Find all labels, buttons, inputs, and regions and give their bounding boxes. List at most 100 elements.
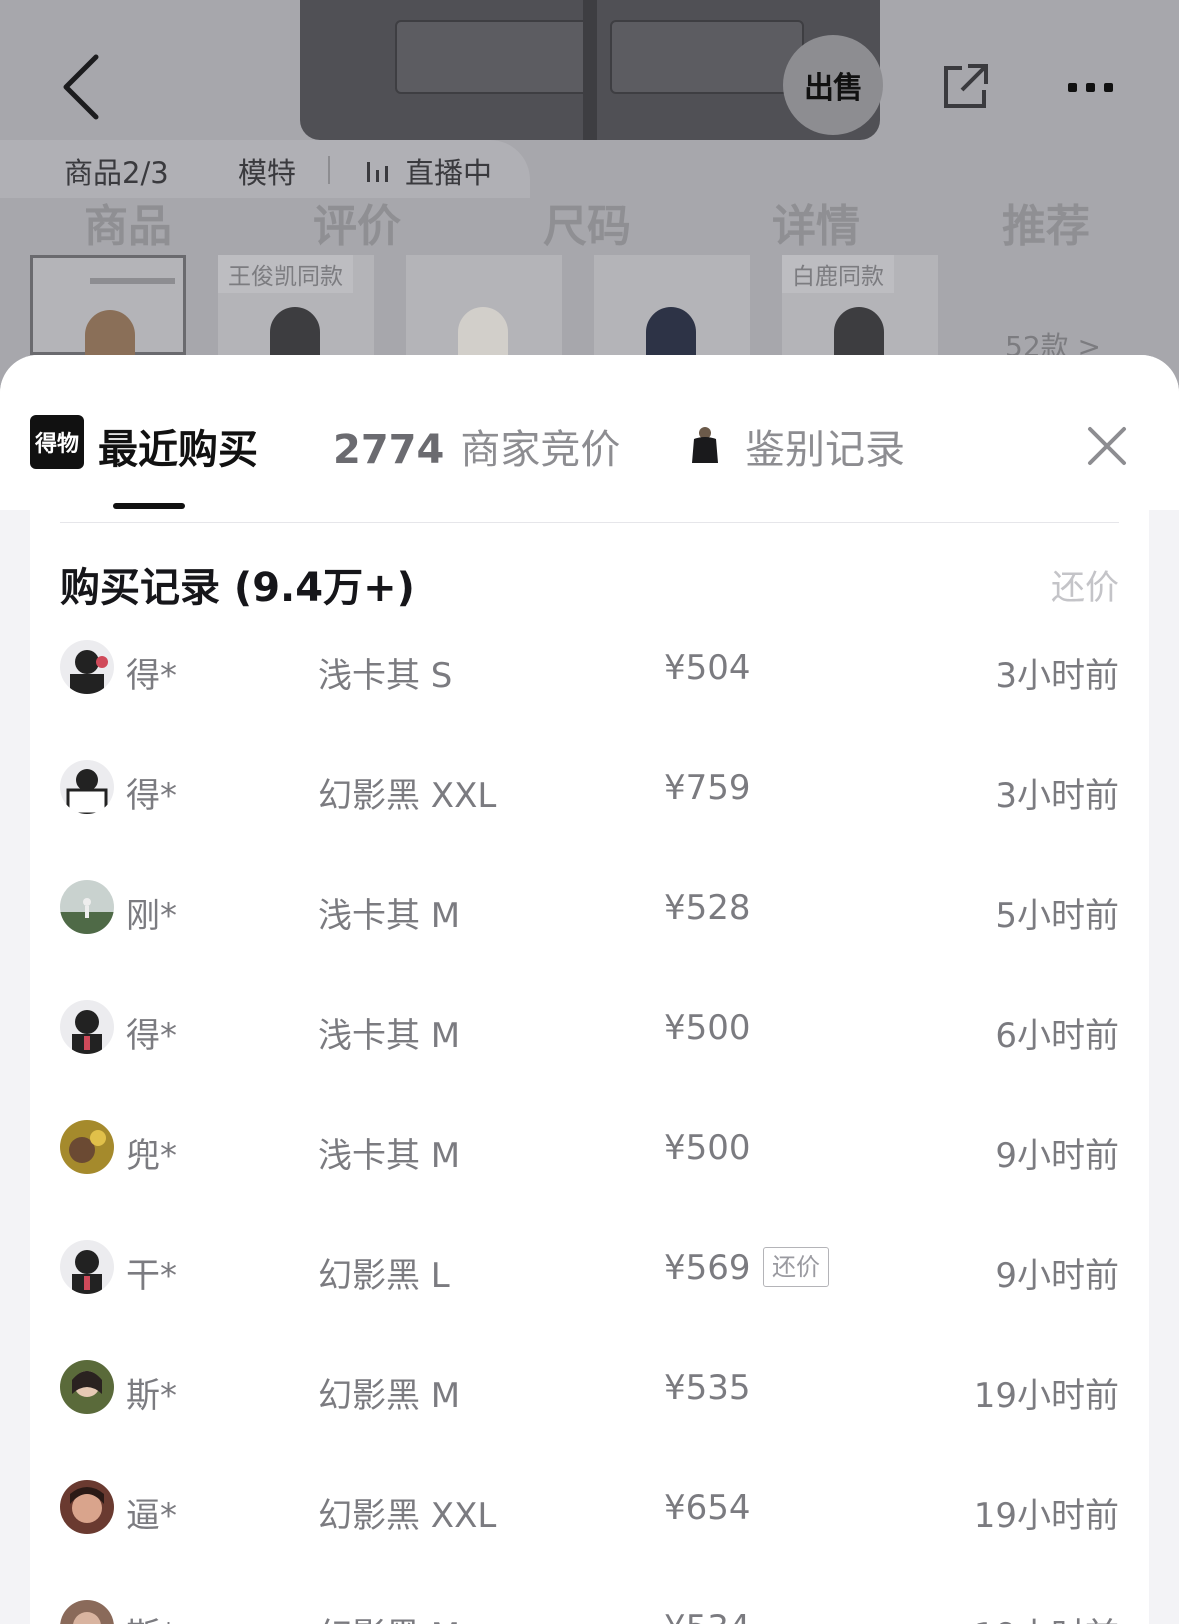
- purchase-record-row: 逼* 幻影黑 XXL ¥654 19小时前: [30, 1450, 1149, 1570]
- purchase-record-row: 得* 幻影黑 XXL ¥759 3小时前: [30, 730, 1149, 850]
- jacket-pocket: [395, 20, 589, 94]
- purchase-price: ¥534: [664, 1608, 751, 1624]
- product-spec: 幻影黑 XXL: [318, 776, 497, 816]
- tab-product[interactable]: 商品: [84, 190, 172, 254]
- product-spec: 浅卡其 M: [318, 1016, 461, 1056]
- user-avatar: [60, 1240, 114, 1294]
- jacket-zip: [583, 0, 597, 140]
- product-spec: 幻影黑 XXL: [318, 1496, 497, 1536]
- product-spec: 幻影黑 M: [318, 1608, 460, 1624]
- purchase-records-card: 购买记录 (9.4万+) 还价 得* 浅卡其 S ¥504 3小时前 得* 幻影…: [30, 510, 1149, 1624]
- purchase-price: ¥500: [664, 1128, 751, 1168]
- purchase-price: ¥759: [664, 768, 751, 808]
- user-avatar: [60, 640, 114, 694]
- purchase-price: ¥500: [664, 1008, 751, 1048]
- purchase-price: ¥569: [664, 1248, 751, 1288]
- sheet-header: 得物 最近购买 2774 商家竞价 鉴别记录: [0, 355, 1179, 510]
- bargain-link[interactable]: 还价: [1051, 560, 1119, 609]
- close-icon[interactable]: [1082, 421, 1132, 471]
- purchase-time: 5小时前: [995, 896, 1119, 936]
- coat-image: [834, 307, 884, 357]
- buyer-name: 干*: [126, 1256, 177, 1296]
- purchase-time: 9小时前: [995, 1256, 1119, 1296]
- user-avatar: [60, 1000, 114, 1054]
- live-bars-icon: [367, 162, 388, 182]
- purchase-time: 3小时前: [995, 776, 1119, 816]
- gallery-live-tab[interactable]: 直播中: [405, 150, 492, 192]
- purchase-price: ¥654: [664, 1488, 751, 1528]
- buyer-name: 斯*: [126, 1376, 177, 1416]
- coat-image: [646, 307, 696, 357]
- product-spec: 浅卡其 S: [318, 656, 453, 696]
- user-avatar: [60, 760, 114, 814]
- purchase-record-row: 斯* 幻影黑 M ¥535 19小时前: [30, 1330, 1149, 1450]
- divider: [60, 522, 1119, 523]
- divider: [328, 156, 330, 184]
- buyer-name: 得*: [126, 1016, 177, 1056]
- jacket-icon: [692, 427, 718, 463]
- thumb-tag: 王俊凯同款: [218, 255, 353, 293]
- section-tabs: 商品 评价 尺码 详情 推荐: [0, 190, 1179, 252]
- purchase-record-row: 兜* 浅卡其 M ¥500 9小时前: [30, 1090, 1149, 1210]
- tab-merchant-bids[interactable]: 2774 商家竞价: [333, 417, 620, 475]
- user-avatar: [60, 1120, 114, 1174]
- more-options-icon[interactable]: [1068, 72, 1128, 102]
- tab-recommend[interactable]: 推荐: [1002, 190, 1090, 254]
- purchase-time: 3小时前: [995, 656, 1119, 696]
- bids-label: 商家竞价: [460, 427, 621, 473]
- brand-logo-text: 得物: [34, 432, 79, 457]
- gallery-model-tab[interactable]: 模特: [238, 150, 296, 192]
- product-spec: 浅卡其 M: [318, 1136, 461, 1176]
- purchase-price: ¥535: [664, 1368, 751, 1408]
- purchase-record-row: 斯* 幻影黑 M ¥534 19小时前: [30, 1570, 1149, 1624]
- sell-button[interactable]: 出售: [783, 35, 883, 135]
- style-thumbnail[interactable]: 白鹿同款: [782, 255, 938, 357]
- share-icon[interactable]: [940, 60, 992, 112]
- purchase-price: ¥504: [664, 648, 751, 688]
- purchase-record-row: 得* 浅卡其 S ¥504 3小时前: [30, 610, 1149, 730]
- thumb-bar: [90, 278, 175, 284]
- tab-reviews[interactable]: 评价: [313, 190, 401, 254]
- active-tab-indicator: [113, 503, 185, 509]
- thumb-tag: 白鹿同款: [782, 255, 894, 293]
- buyer-name: 刚*: [126, 896, 177, 936]
- tab-details[interactable]: 详情: [772, 190, 860, 254]
- product-spec: 幻影黑 M: [318, 1376, 461, 1416]
- style-thumbnail[interactable]: [406, 255, 562, 357]
- bargain-badge: 还价: [763, 1247, 829, 1287]
- style-thumbnail[interactable]: [594, 255, 750, 357]
- purchase-time: 9小时前: [995, 1136, 1119, 1176]
- gallery-counter: 商品2/3: [64, 156, 169, 190]
- recent-purchases-sheet: 得物 最近购买 2774 商家竞价 鉴别记录 购买记录 (9.4万+) 还价 得*…: [0, 355, 1179, 1624]
- coat-image: [458, 307, 508, 357]
- bids-count: 2774: [333, 427, 445, 473]
- coat-image: [270, 307, 320, 357]
- tab-authentication-records[interactable]: 鉴别记录: [745, 417, 905, 475]
- user-avatar: [60, 1600, 114, 1624]
- product-spec: 幻影黑 L: [318, 1256, 450, 1296]
- user-avatar: [60, 880, 114, 934]
- purchase-record-row: 刚* 浅卡其 M ¥528 5小时前: [30, 850, 1149, 970]
- coat-image: [85, 310, 135, 360]
- product-spec: 浅卡其 M: [318, 896, 461, 936]
- user-avatar: [60, 1480, 114, 1534]
- user-avatar: [60, 1360, 114, 1414]
- purchase-price: ¥528: [664, 888, 751, 928]
- purchase-time: 6小时前: [995, 1016, 1119, 1056]
- style-thumbnail[interactable]: [30, 255, 186, 360]
- back-arrow-icon[interactable]: [56, 52, 116, 122]
- purchase-record-row: 得* 浅卡其 M ¥500 6小时前: [30, 970, 1149, 1090]
- brand-logo: 得物: [30, 415, 84, 469]
- style-thumbnail[interactable]: 王俊凯同款: [218, 255, 374, 357]
- purchase-records-title: 购买记录 (9.4万+): [60, 565, 415, 611]
- buyer-name: 逼*: [126, 1496, 177, 1536]
- buyer-name: 得*: [126, 776, 177, 816]
- purchase-time: 19小时前: [974, 1608, 1119, 1624]
- buyer-name: 兜*: [126, 1136, 177, 1176]
- buyer-name: 斯*: [126, 1608, 177, 1624]
- tab-recent-purchases[interactable]: 最近购买: [98, 417, 258, 475]
- tab-size[interactable]: 尺码: [543, 190, 631, 254]
- buyer-name: 得*: [126, 656, 177, 696]
- sell-button-label: 出售: [804, 71, 863, 106]
- purchase-record-row: 干* 幻影黑 L ¥569 还价 9小时前: [30, 1210, 1149, 1330]
